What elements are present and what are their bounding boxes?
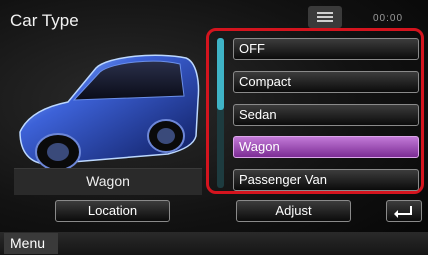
current-car-type-label: Wagon <box>14 168 202 195</box>
adjust-button[interactable]: Adjust <box>236 200 351 222</box>
bottom-bar <box>0 232 428 255</box>
return-arrow-icon <box>394 206 412 218</box>
list-toggle-icon[interactable] <box>308 6 342 28</box>
page-title: Car Type <box>10 11 79 30</box>
option-passenger-van[interactable]: Passenger Van <box>233 169 419 191</box>
option-sedan[interactable]: Sedan <box>233 104 419 126</box>
option-compact[interactable]: Compact <box>233 71 419 93</box>
car-preview <box>8 40 203 180</box>
option-off[interactable]: OFF <box>233 38 419 60</box>
car-wagon-illustration <box>19 54 200 171</box>
back-button[interactable] <box>386 200 422 222</box>
location-button[interactable]: Location <box>55 200 170 222</box>
menu-button[interactable]: Menu <box>4 233 58 254</box>
screen: Car Type 00:00 Wagon OFF Compact Sedan W… <box>0 0 428 255</box>
clock: 00:00 <box>373 13 404 24</box>
scrollbar[interactable] <box>217 38 224 188</box>
option-wagon[interactable]: Wagon <box>233 136 419 158</box>
scrollbar-thumb[interactable] <box>217 38 224 110</box>
